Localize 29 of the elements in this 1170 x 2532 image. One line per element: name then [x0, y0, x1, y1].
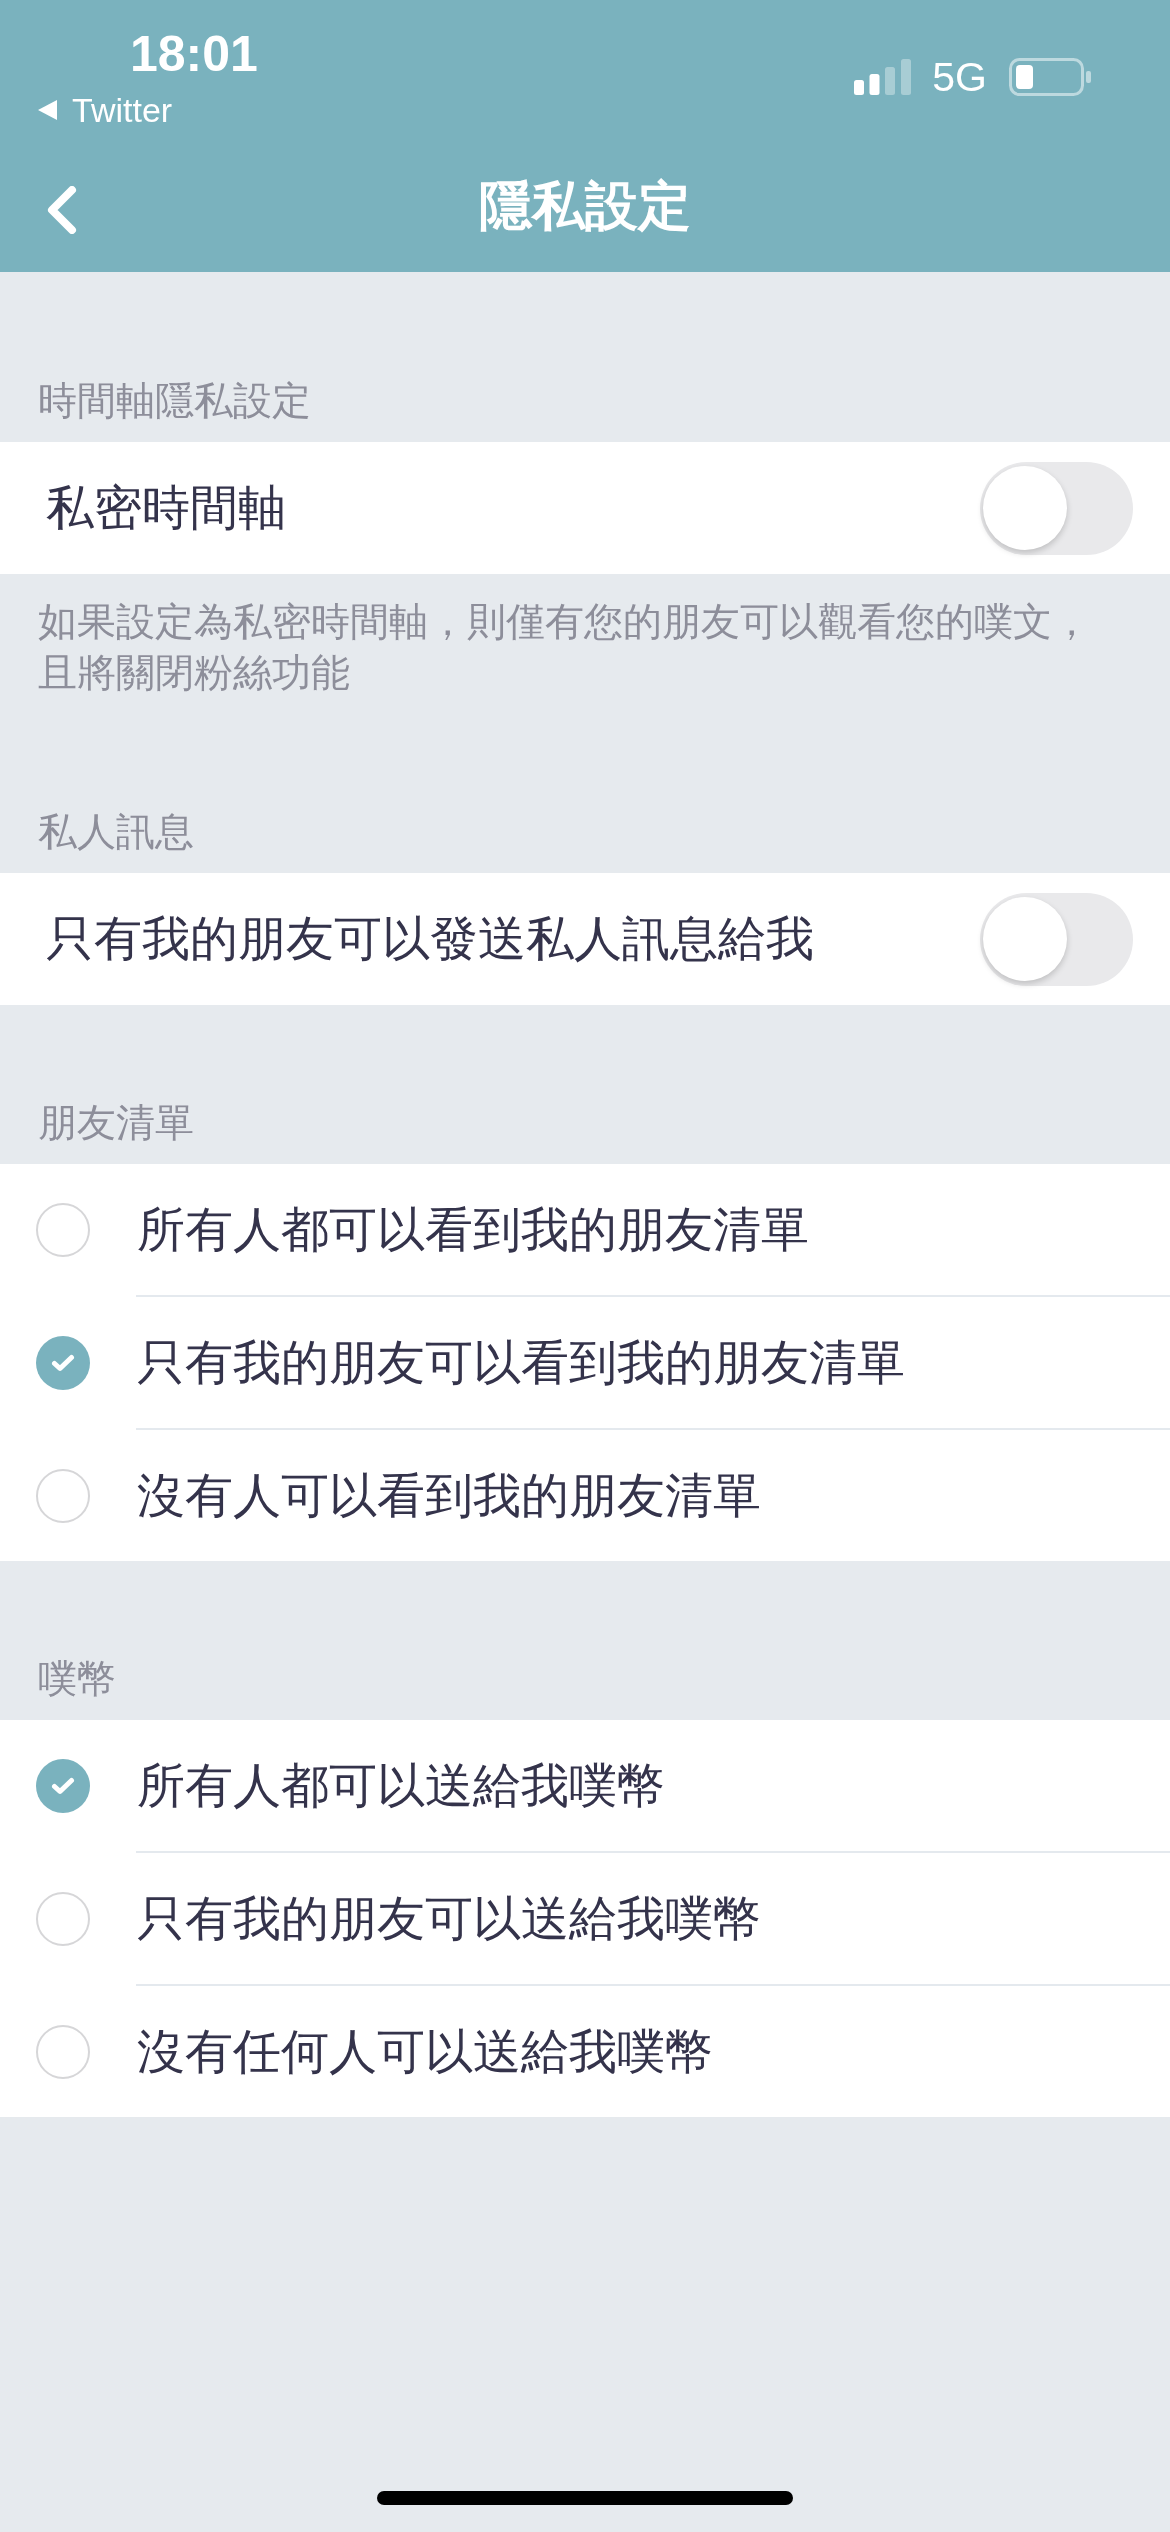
back-to-app-button[interactable]: Twitter — [37, 88, 173, 132]
network-type: 5G — [932, 58, 987, 96]
radio-button[interactable] — [36, 1758, 90, 1813]
radio-button[interactable] — [36, 1202, 90, 1257]
option-label: 沒有任何人可以送給我噗幣 — [137, 2023, 713, 2080]
triangle-left-icon — [37, 99, 58, 121]
section-header: 時間軸隱私設定 — [38, 378, 311, 424]
option-label: 沒有人可以看到我的朋友清單 — [137, 1467, 761, 1524]
section-header: 朋友清單 — [38, 1100, 194, 1146]
option-label: 只有我的朋友可以送給我噗幣 — [137, 1890, 761, 1947]
option-label: 只有我的朋友可以看到我的朋友清單 — [137, 1334, 905, 1391]
option-label: 所有人都可以送給我噗幣 — [137, 1757, 665, 1814]
status-time: 18:01 — [130, 25, 258, 84]
page-title: 隱私設定 — [479, 175, 691, 237]
setting-label: 私密時間軸 — [46, 480, 286, 536]
section-header: 噗幣 — [38, 1656, 116, 1702]
chevron-left-icon[interactable] — [46, 186, 78, 234]
check-icon — [51, 1353, 75, 1372]
setting-label: 只有我的朋友可以發送私人訊息給我 — [46, 911, 814, 967]
signal-icon — [854, 59, 912, 95]
radio-button[interactable] — [36, 1891, 90, 1946]
radio-button[interactable] — [36, 2024, 90, 2079]
radio-button[interactable] — [36, 1468, 90, 1523]
section-header: 私人訊息 — [38, 809, 194, 855]
section-description: 如果設定為私密時間軸，則僅有您的朋友可以觀看您的噗文，且將關閉粉絲功能 — [38, 599, 1092, 696]
radio-button[interactable] — [36, 1335, 90, 1390]
option-label: 所有人都可以看到我的朋友清單 — [137, 1201, 809, 1258]
check-icon — [51, 1776, 75, 1795]
battery-icon — [1009, 58, 1091, 96]
